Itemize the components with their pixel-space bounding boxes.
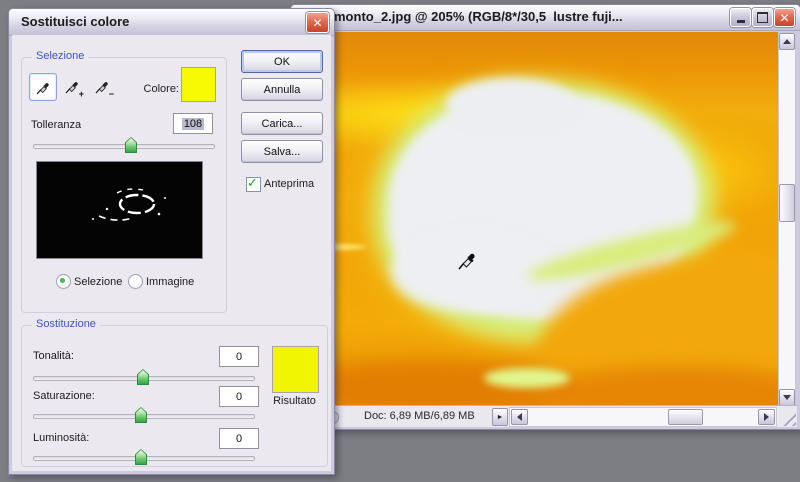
replacement-group-label: Sostituzione	[32, 318, 100, 330]
status-menu-arrow-icon: ►	[496, 413, 504, 421]
window-close-button[interactable]: ✕	[774, 8, 795, 27]
selection-preview-mask	[92, 188, 166, 221]
sun-white-bump	[446, 78, 576, 130]
arrow-right-icon	[764, 413, 769, 421]
close-icon: ✕	[312, 15, 323, 30]
status-bar: Doc: 6,89 MB/6,89 MB ►	[294, 405, 797, 427]
scroll-left-button[interactable]	[511, 409, 528, 425]
selected-color-swatch[interactable]	[181, 67, 216, 102]
hue-input[interactable]: 0	[219, 346, 259, 367]
resize-grip[interactable]	[779, 409, 796, 426]
replace-color-dialog: Sostituisci colore ✕ Selezione + − Color…	[8, 8, 335, 475]
eyedropper-cursor	[458, 253, 475, 270]
tolerance-slider-track[interactable]	[33, 144, 215, 149]
radio-image-label: Immagine	[146, 276, 195, 288]
arrow-up-icon	[783, 39, 791, 44]
saturation-value: 0	[235, 390, 243, 403]
vertical-scroll-thumb[interactable]	[779, 184, 795, 222]
eyedropper-icon	[36, 82, 49, 94]
vertical-scrollbar[interactable]	[778, 32, 796, 407]
lightness-value: 0	[235, 432, 243, 445]
minus-icon: −	[108, 89, 114, 99]
eyedropper-tool-button[interactable]	[29, 73, 57, 101]
dialog-titlebar[interactable]: Sostituisci colore ✕	[9, 9, 334, 36]
subtract-from-sample-tool-button[interactable]: −	[89, 73, 115, 99]
ok-button[interactable]: OK	[241, 50, 323, 73]
minimize-icon	[736, 20, 745, 23]
radio-selection[interactable]	[56, 274, 71, 289]
maximize-icon	[757, 12, 768, 23]
selection-group-label: Selezione	[32, 50, 89, 62]
check-icon: ✓	[247, 175, 258, 190]
result-color-swatch	[272, 346, 319, 393]
scroll-up-button[interactable]	[779, 33, 795, 50]
maximize-button[interactable]	[752, 8, 773, 27]
saturation-label: Saturazione:	[33, 390, 95, 402]
save-button[interactable]: Salva...	[241, 140, 323, 163]
status-menu-button[interactable]: ►	[492, 408, 508, 426]
image-canvas[interactable]	[296, 32, 778, 405]
minimize-button[interactable]	[730, 8, 751, 27]
scroll-right-button[interactable]	[758, 409, 775, 425]
plus-icon: +	[78, 89, 84, 99]
selection-preview	[36, 161, 203, 259]
radio-image[interactable]	[128, 274, 143, 289]
add-to-sample-tool-button[interactable]: +	[59, 73, 85, 99]
tolerance-value: 108	[181, 117, 205, 130]
arrow-left-icon	[517, 413, 522, 421]
lightness-input[interactable]: 0	[219, 428, 259, 449]
image-window-titlebar[interactable]: monto_2.jpg @ 205% (RGB/8*/30,5 lustre f…	[291, 5, 800, 31]
radio-selection-label: Selezione	[74, 276, 123, 288]
preview-checkbox[interactable]: ✓	[246, 175, 261, 192]
bottom-bright-spot	[484, 368, 570, 388]
cancel-button[interactable]: Annulla	[241, 78, 323, 101]
saturation-input[interactable]: 0	[219, 386, 259, 407]
image-window: monto_2.jpg @ 205% (RGB/8*/30,5 lustre f…	[290, 4, 800, 430]
dialog-close-button[interactable]: ✕	[306, 12, 329, 33]
dialog-title: Sostituisci colore	[21, 14, 130, 29]
image-window-title: monto_2.jpg @ 205% (RGB/8*/30,5 lustre f…	[334, 9, 623, 24]
photoshop-workspace: monto_2.jpg @ 205% (RGB/8*/30,5 lustre f…	[0, 0, 800, 482]
horizontal-scroll-thumb[interactable]	[668, 409, 703, 425]
horizontal-scrollbar[interactable]	[509, 407, 777, 427]
tolerance-label: Tolleranza	[31, 119, 82, 131]
load-button[interactable]: Carica...	[241, 112, 323, 135]
tolerance-input[interactable]: 108	[173, 113, 213, 134]
doc-size-info: Doc: 6,89 MB/6,89 MB	[364, 410, 475, 422]
arrow-down-icon	[783, 395, 791, 400]
color-label: Colore:	[143, 83, 179, 95]
scroll-down-button[interactable]	[779, 389, 795, 406]
preview-checkbox-label: Anteprima	[264, 178, 315, 190]
hue-label: Tonalità:	[33, 350, 74, 362]
lightness-label: Luminosità:	[33, 432, 90, 444]
hue-value: 0	[235, 350, 243, 363]
close-icon: ✕	[779, 10, 790, 25]
result-label: Risultato	[273, 395, 316, 407]
